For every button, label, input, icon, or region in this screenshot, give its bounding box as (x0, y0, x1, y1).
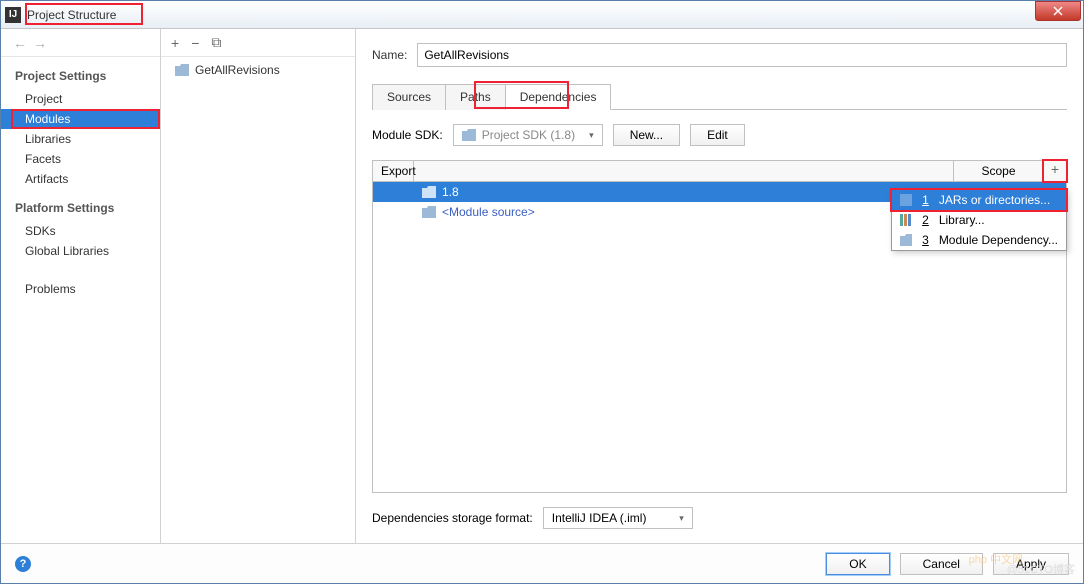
annotation-highlight (1042, 159, 1068, 183)
chevron-down-icon: ▾ (589, 130, 594, 141)
close-button[interactable] (1035, 1, 1081, 21)
jars-icon (900, 194, 912, 206)
app-icon: IJ (5, 7, 21, 23)
sidebar-item-modules[interactable]: Modules (1, 109, 160, 129)
sidebar-item-artifacts[interactable]: Artifacts (1, 169, 160, 189)
folder-icon (462, 129, 476, 141)
col-name (414, 161, 954, 181)
module-icon (900, 234, 912, 246)
apply-button[interactable]: Apply (993, 553, 1069, 575)
sdk-label: Module SDK: (372, 128, 443, 142)
sidebar-item-facets[interactable]: Facets (1, 149, 160, 169)
cancel-button[interactable]: Cancel (900, 553, 983, 575)
col-export: Export (373, 161, 414, 181)
storage-label: Dependencies storage format: (372, 511, 533, 525)
module-name-input[interactable] (417, 43, 1067, 67)
tab-sources[interactable]: Sources (372, 84, 446, 110)
folder-icon (422, 186, 436, 198)
dialog-footer: ? OK Cancel Apply (1, 543, 1083, 583)
col-scope: Scope (954, 161, 1044, 181)
menu-item-library[interactable]: 2 Library... (892, 210, 1066, 230)
folder-icon (422, 206, 436, 218)
module-list-item[interactable]: GetAllRevisions (161, 57, 355, 83)
add-dependency-button[interactable]: + (1044, 161, 1066, 181)
section-header-platform: Platform Settings (1, 189, 160, 221)
sidebar-item-global-libraries[interactable]: Global Libraries (1, 241, 160, 261)
modules-toolbar: + − ⧉ (161, 29, 355, 57)
back-icon[interactable]: ← (13, 35, 27, 51)
storage-format-dropdown[interactable]: IntelliJ IDEA (.iml) ▾ (543, 507, 693, 529)
sidebar-item-project[interactable]: Project (1, 89, 160, 109)
help-button[interactable]: ? (15, 556, 31, 572)
settings-sidebar: ← → Project Settings Project Modules Lib… (1, 29, 161, 543)
window-title: Project Structure (27, 8, 116, 22)
add-dependency-menu: 1 JARs or directories... 2 Library... 3 … (891, 189, 1067, 251)
menu-item-jars[interactable]: 1 JARs or directories... (892, 190, 1066, 210)
ok-button[interactable]: OK (826, 553, 889, 575)
forward-icon[interactable]: → (33, 35, 47, 51)
name-label: Name: (372, 48, 407, 62)
new-sdk-button[interactable]: New... (613, 124, 680, 146)
project-structure-dialog: IJ Project Structure ← → Project Setting… (0, 0, 1084, 584)
sdk-dropdown[interactable]: Project SDK (1.8) ▾ (453, 124, 603, 146)
remove-icon[interactable]: − (191, 35, 199, 51)
tab-paths[interactable]: Paths (445, 84, 506, 110)
chevron-down-icon: ▾ (679, 513, 684, 524)
sidebar-item-sdks[interactable]: SDKs (1, 221, 160, 241)
copy-icon[interactable]: ⧉ (211, 34, 221, 51)
module-detail-panel: Name: Sources Paths Dependencies Module … (356, 29, 1083, 543)
sidebar-item-problems[interactable]: Problems (1, 279, 160, 299)
add-icon[interactable]: + (171, 35, 179, 51)
titlebar: IJ Project Structure (1, 1, 1083, 29)
tab-dependencies[interactable]: Dependencies (505, 84, 612, 110)
section-header-project: Project Settings (1, 57, 160, 89)
menu-item-module-dep[interactable]: 3 Module Dependency... (892, 230, 1066, 250)
modules-list-panel: + − ⧉ GetAllRevisions (161, 29, 356, 543)
folder-icon (175, 64, 189, 76)
module-tabs: Sources Paths Dependencies (372, 83, 1067, 110)
library-icon (900, 214, 912, 226)
edit-sdk-button[interactable]: Edit (690, 124, 745, 146)
module-label: GetAllRevisions (195, 63, 280, 77)
sidebar-item-libraries[interactable]: Libraries (1, 129, 160, 149)
close-icon (1053, 6, 1063, 16)
nav-history: ← → (1, 29, 160, 57)
table-header: Export Scope + (373, 161, 1066, 182)
